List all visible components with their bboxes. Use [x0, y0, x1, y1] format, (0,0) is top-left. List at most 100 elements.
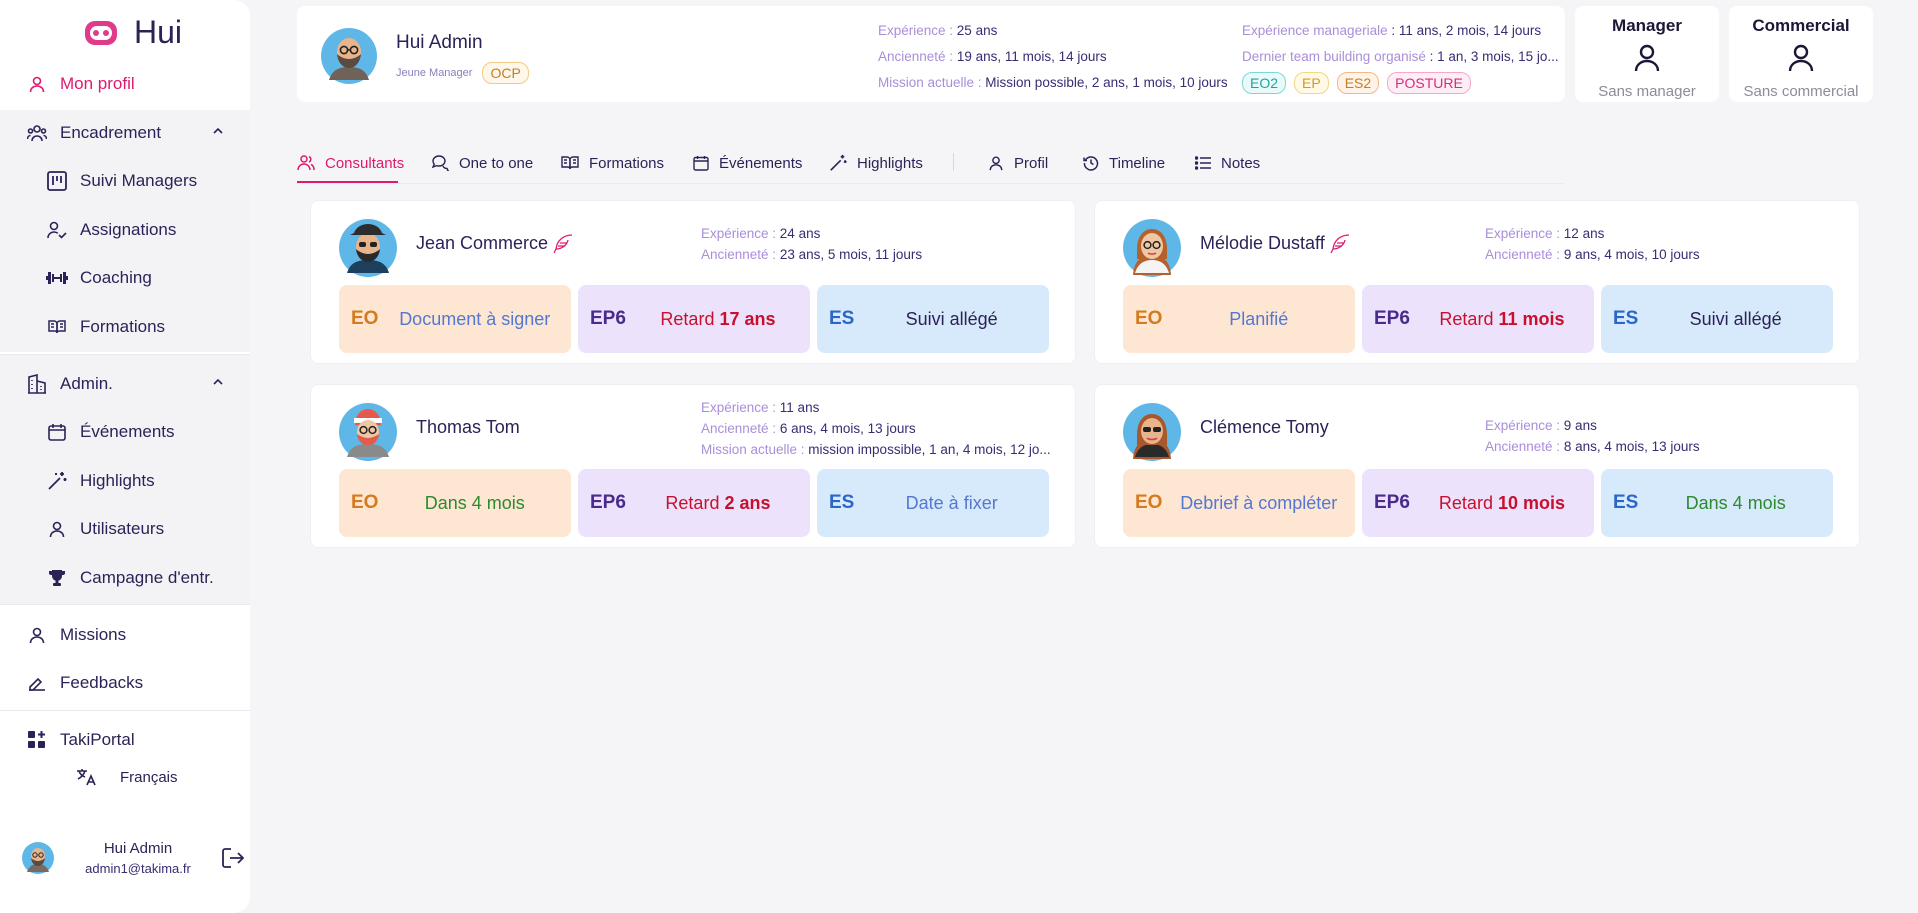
avatar [1123, 219, 1181, 277]
es-label: ES [1613, 308, 1639, 329]
avatar [339, 219, 397, 277]
eo-label: EO [1135, 308, 1163, 329]
experience-value: 9 ans [1563, 418, 1597, 433]
sidebar-item-label: Encadrement [60, 123, 162, 142]
magic-wand-icon [46, 470, 68, 492]
tab-label: Événements [719, 154, 803, 172]
sidebar-item-feedbacks[interactable]: Feedbacks [0, 661, 250, 705]
es-status[interactable]: ES Suivi allégé [817, 285, 1049, 353]
sidebar-item-profile[interactable]: Mon profil [0, 62, 250, 106]
es-value: Suivi allégé [1689, 308, 1782, 329]
ep-status[interactable]: EP6 Retard 17 ans [578, 285, 810, 353]
consultant-name-text: Mélodie Dustaff [1200, 233, 1325, 253]
eo-status[interactable]: EO Document à signer [339, 285, 571, 353]
eo-status[interactable]: EO Dans 4 mois [339, 469, 571, 537]
ep-value: Retard 17 ans [626, 309, 810, 330]
feather-icon[interactable] [1329, 233, 1351, 254]
sidebar-item-label: Mon profil [60, 74, 135, 93]
eo-value: Debrief à compléter [1180, 492, 1338, 513]
tab-label: Formations [589, 154, 665, 172]
user-icon [46, 518, 68, 540]
avatar[interactable] [22, 842, 54, 874]
tab-profil[interactable]: Profil [988, 142, 1048, 184]
sidebar-item-encadrement[interactable]: Encadrement [0, 111, 250, 155]
team-icon [26, 122, 48, 144]
profile-tags: EO2 EP ES2 POSTURE [1242, 72, 1471, 94]
ep-status[interactable]: EP6 Retard 10 mois [1362, 469, 1594, 537]
user-name: Hui Admin [103, 840, 173, 857]
sidebar-item-assignations[interactable]: Assignations [0, 208, 250, 252]
es-status[interactable]: ES Date à fixer [817, 469, 1049, 537]
experience-value: 25 ans [956, 23, 998, 38]
consultant-name: Clémence Tomy [1200, 417, 1329, 438]
consultant-name: Mélodie Dustaff [1200, 233, 1351, 254]
user-icon [1634, 44, 1660, 72]
sidebar-item-suivi-managers[interactable]: Suivi Managers [0, 159, 250, 203]
tab-notes[interactable]: Notes [1195, 142, 1260, 184]
tab-consultants[interactable]: Consultants [297, 142, 404, 184]
commercial-card[interactable]: Commercial Sans commercial [1729, 6, 1873, 102]
history-icon [1083, 156, 1099, 171]
sidebar-item-coaching[interactable]: Coaching [0, 256, 250, 300]
tab-evenements[interactable]: Événements [693, 142, 802, 184]
consultant-name-text: Clémence Tomy [1200, 417, 1329, 437]
consultant-stats: Expérience : 11 ans Ancienneté : 6 ans, … [701, 397, 1051, 460]
tab-timeline[interactable]: Timeline [1083, 142, 1165, 184]
consultant-card[interactable]: Jean Commerce Expérience : 24 ans Ancien… [310, 200, 1076, 364]
consultant-stats: Expérience : 24 ans Ancienneté : 23 ans,… [701, 223, 922, 265]
sidebar-item-missions[interactable]: Missions [0, 613, 250, 657]
ep-status[interactable]: EP6 Retard 2 ans [578, 469, 810, 537]
tab-label: Consultants [325, 154, 405, 172]
sidebar-item-label: Assignations [80, 220, 177, 239]
consultant-stats: Expérience : 12 ans Ancienneté : 9 ans, … [1485, 223, 1700, 265]
language-selector[interactable]: Français [76, 768, 178, 786]
consultant-card[interactable]: Clémence Tomy Expérience : 9 ans Ancienn… [1094, 384, 1860, 548]
experience-value: 11 ans [779, 400, 820, 415]
ep-delay: 17 ans [719, 308, 776, 329]
sidebar-item-campagne[interactable]: Campagne d'entr. [0, 556, 250, 600]
avatar [321, 28, 377, 84]
book-open-icon [46, 316, 68, 338]
sidebar-item-evenements[interactable]: Événements [0, 410, 250, 454]
mission-label: Mission actuelle : [878, 75, 986, 90]
sidebar-item-label: Coaching [80, 268, 152, 287]
es-status[interactable]: ES Suivi allégé [1601, 285, 1833, 353]
ep-value: Retard 2 ans [626, 493, 810, 514]
sidebar-item-takiportal[interactable]: TakiPortal [0, 718, 250, 762]
avatar [339, 403, 397, 461]
team-building-label: Dernier team building organisé [1242, 49, 1426, 64]
tab-one-to-one[interactable]: One to one [431, 142, 533, 184]
calendar-icon [46, 421, 68, 443]
tab-formations[interactable]: Formations [561, 142, 664, 184]
sidebar-item-formations[interactable]: Formations [0, 305, 250, 349]
ep-status[interactable]: EP6 Retard 11 mois [1362, 285, 1594, 353]
sidebar-item-admin[interactable]: Admin. [0, 362, 250, 406]
sidebar-item-highlights[interactable]: Highlights [0, 459, 250, 503]
logout-icon[interactable] [222, 848, 244, 868]
signature-icon [26, 672, 48, 694]
es-value: Date à fixer [905, 492, 998, 513]
consultant-name-text: Thomas Tom [416, 417, 520, 437]
manager-card[interactable]: Manager Sans manager [1575, 6, 1719, 102]
consultant-card[interactable]: Mélodie Dustaff Expérience : 12 ans Anci… [1094, 200, 1860, 364]
es-label: ES [829, 492, 855, 513]
tab-highlights[interactable]: Highlights [829, 142, 923, 184]
es-status[interactable]: ES Dans 4 mois [1601, 469, 1833, 537]
sidebar-item-utilisateurs[interactable]: Utilisateurs [0, 507, 250, 551]
anciennete-value: 8 ans, 4 mois, 13 jours [1563, 439, 1700, 454]
consultant-card[interactable]: Thomas Tom Expérience : 11 ans Anciennet… [310, 384, 1076, 548]
commercial-subtitle: Sans commercial [1743, 83, 1859, 100]
anciennete-row: Ancienneté : 19 ans, 11 mois, 14 jours [878, 44, 1228, 70]
es-label: ES [1613, 492, 1639, 513]
ep-value: Retard 11 mois [1410, 309, 1594, 330]
eo-status[interactable]: EO Debrief à compléter [1123, 469, 1355, 537]
app-logo[interactable]: Hui [84, 14, 182, 51]
ep-prefix: Retard [665, 492, 725, 513]
tab-label: Highlights [857, 154, 923, 172]
eo-status[interactable]: EO Planifié [1123, 285, 1355, 353]
chevron-up-icon[interactable] [212, 125, 224, 137]
feather-icon[interactable] [552, 233, 574, 254]
exp-mgr-value: : 11 ans, 2 mois, 14 jours [1387, 23, 1542, 38]
chevron-up-icon[interactable] [212, 376, 224, 388]
exp-mgr-label: Expérience manageriale [1242, 23, 1388, 38]
